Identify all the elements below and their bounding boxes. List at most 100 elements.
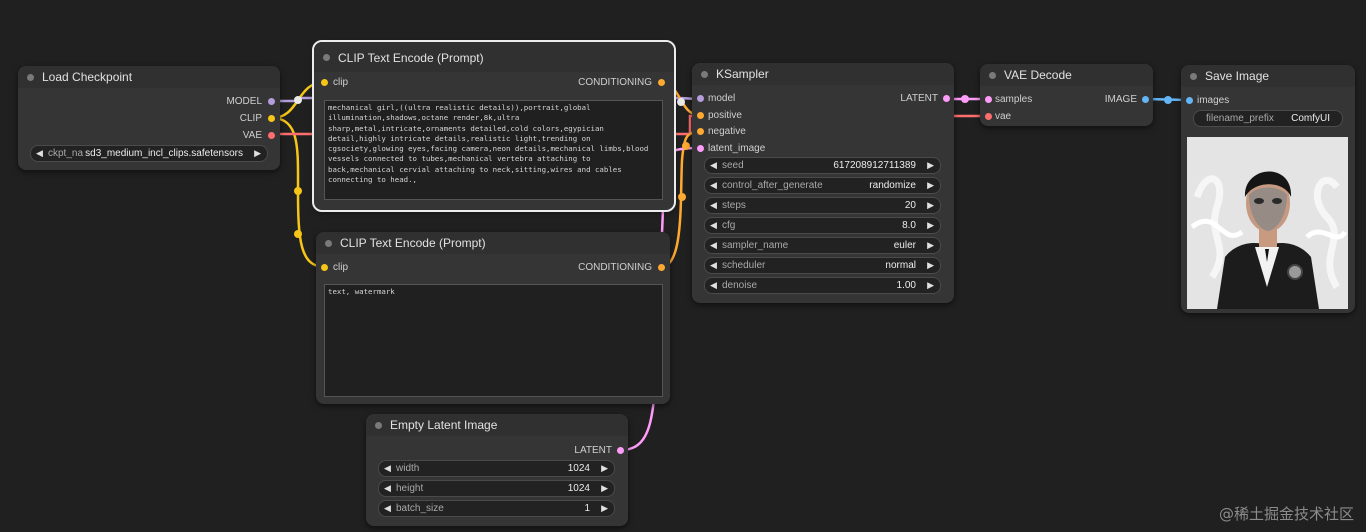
collapse-dot[interactable] <box>989 72 996 79</box>
input-label-model: model <box>708 93 736 104</box>
reroute-dot[interactable] <box>677 98 685 106</box>
reroute-dot[interactable] <box>294 230 302 238</box>
right-arrow-icon[interactable]: ▶ <box>927 258 934 273</box>
collapse-dot[interactable] <box>701 71 708 78</box>
generated-image-preview[interactable] <box>1187 137 1348 309</box>
input-label-negative: negative <box>708 126 746 137</box>
ckpt-name-combo[interactable]: ◀ ckpt_na sd3_medium_incl_clips.safetens… <box>30 145 268 162</box>
right-arrow-icon[interactable]: ▶ <box>601 501 608 516</box>
left-arrow-icon[interactable]: ◀ <box>710 158 717 173</box>
right-arrow-icon[interactable]: ▶ <box>254 146 261 161</box>
denoise-widget[interactable]: ◀ denoise 1.00 ▶ <box>704 277 941 294</box>
left-arrow-icon[interactable]: ◀ <box>710 198 717 213</box>
output-slot-conditioning[interactable] <box>658 264 665 271</box>
input-slot-clip[interactable] <box>321 79 328 86</box>
widget-value: 1024 <box>567 463 590 474</box>
reroute-dot[interactable] <box>678 193 686 201</box>
collapse-dot[interactable] <box>27 74 34 81</box>
prompt-textarea[interactable]: text, watermark <box>324 284 663 397</box>
left-arrow-icon[interactable]: ◀ <box>710 278 717 293</box>
empty-latent-image-node[interactable]: Empty Latent Image LATENT ◀ width 1024 ▶… <box>366 414 628 526</box>
input-slot-model[interactable] <box>697 95 704 102</box>
ksampler-node[interactable]: KSampler model positive negative latent_… <box>692 63 954 303</box>
output-slot-model[interactable] <box>268 98 275 105</box>
output-slot-latent[interactable] <box>617 447 624 454</box>
right-arrow-icon[interactable]: ▶ <box>927 238 934 253</box>
reroute-dot[interactable] <box>294 187 302 195</box>
output-slot-image[interactable] <box>1142 96 1149 103</box>
seed-widget[interactable]: ◀ seed 617208912711389 ▶ <box>704 157 941 174</box>
node-title[interactable]: KSampler <box>692 63 954 85</box>
reroute-dot[interactable] <box>682 142 690 150</box>
output-label-conditioning: CONDITIONING <box>578 77 652 88</box>
output-label-clip: CLIP <box>239 113 262 124</box>
widget-name: height <box>396 483 424 494</box>
input-slot-negative[interactable] <box>697 128 704 135</box>
input-slot-latent-image[interactable] <box>697 145 704 152</box>
save-image-node[interactable]: Save Image images filename_prefix ComfyU… <box>1181 65 1355 313</box>
output-label-latent: LATENT <box>900 93 938 104</box>
output-slot-latent[interactable] <box>943 95 950 102</box>
output-slot-vae[interactable] <box>268 132 275 139</box>
input-slot-clip[interactable] <box>321 264 328 271</box>
input-slot-images[interactable] <box>1186 97 1193 104</box>
node-title[interactable]: CLIP Text Encode (Prompt) <box>314 42 674 72</box>
widget-value: 20 <box>904 200 916 211</box>
collapse-dot[interactable] <box>1190 73 1197 80</box>
collapse-dot[interactable] <box>325 240 332 247</box>
clip-text-encode-negative-node[interactable]: CLIP Text Encode (Prompt) clip CONDITION… <box>316 232 670 404</box>
left-arrow-icon[interactable]: ◀ <box>36 146 43 161</box>
widget-name: ckpt_na <box>48 148 84 159</box>
prompt-textarea[interactable]: mechanical girl,((ultra realistic detail… <box>324 100 663 200</box>
left-arrow-icon[interactable]: ◀ <box>710 238 717 253</box>
node-title[interactable]: Empty Latent Image <box>366 414 628 436</box>
reroute-dot[interactable] <box>961 95 969 103</box>
sampler-name-widget[interactable]: ◀ sampler_name euler ▶ <box>704 237 941 254</box>
reroute-dot[interactable] <box>1164 96 1172 104</box>
input-slot-vae[interactable] <box>985 113 992 120</box>
title-text: VAE Decode <box>1004 68 1072 82</box>
title-text: Empty Latent Image <box>390 418 498 432</box>
widget-value: 617208912711389 <box>833 160 916 171</box>
right-arrow-icon[interactable]: ▶ <box>927 218 934 233</box>
input-label-positive: positive <box>708 110 742 121</box>
filename-prefix-widget[interactable]: filename_prefix ComfyUI <box>1193 110 1343 127</box>
right-arrow-icon[interactable]: ▶ <box>601 461 608 476</box>
node-title[interactable]: CLIP Text Encode (Prompt) <box>316 232 670 254</box>
title-text: Load Checkpoint <box>42 70 133 84</box>
right-arrow-icon[interactable]: ▶ <box>927 158 934 173</box>
output-label-conditioning: CONDITIONING <box>578 262 652 273</box>
width-widget[interactable]: ◀ width 1024 ▶ <box>378 460 615 477</box>
load-checkpoint-node[interactable]: Load Checkpoint MODEL CLIP VAE ◀ ckpt_na… <box>18 66 280 170</box>
batch-size-widget[interactable]: ◀ batch_size 1 ▶ <box>378 500 615 517</box>
vae-decode-node[interactable]: VAE Decode samples vae IMAGE <box>980 64 1153 126</box>
right-arrow-icon[interactable]: ▶ <box>927 278 934 293</box>
output-slot-conditioning[interactable] <box>658 79 665 86</box>
left-arrow-icon[interactable]: ◀ <box>384 481 391 496</box>
left-arrow-icon[interactable]: ◀ <box>710 218 717 233</box>
height-widget[interactable]: ◀ height 1024 ▶ <box>378 480 615 497</box>
left-arrow-icon[interactable]: ◀ <box>384 501 391 516</box>
input-slot-positive[interactable] <box>697 112 704 119</box>
input-label-clip: clip <box>333 77 349 88</box>
cfg-widget[interactable]: ◀ cfg 8.0 ▶ <box>704 217 941 234</box>
node-title[interactable]: Load Checkpoint <box>18 66 280 88</box>
left-arrow-icon[interactable]: ◀ <box>710 258 717 273</box>
right-arrow-icon[interactable]: ▶ <box>927 178 934 193</box>
clip-text-encode-positive-node[interactable]: CLIP Text Encode (Prompt) clip CONDITION… <box>312 40 676 212</box>
left-arrow-icon[interactable]: ◀ <box>384 461 391 476</box>
left-arrow-icon[interactable]: ◀ <box>710 178 717 193</box>
node-title[interactable]: VAE Decode <box>980 64 1153 86</box>
collapse-dot[interactable] <box>375 422 382 429</box>
input-slot-samples[interactable] <box>985 96 992 103</box>
output-label-latent: LATENT <box>574 445 612 456</box>
output-slot-clip[interactable] <box>268 115 275 122</box>
reroute-dot[interactable] <box>294 96 302 104</box>
control-after-generate-widget[interactable]: ◀ control_after_generate randomize ▶ <box>704 177 941 194</box>
right-arrow-icon[interactable]: ▶ <box>601 481 608 496</box>
steps-widget[interactable]: ◀ steps 20 ▶ <box>704 197 941 214</box>
scheduler-widget[interactable]: ◀ scheduler normal ▶ <box>704 257 941 274</box>
collapse-dot[interactable] <box>323 54 330 61</box>
right-arrow-icon[interactable]: ▶ <box>927 198 934 213</box>
node-title[interactable]: Save Image <box>1181 65 1355 87</box>
